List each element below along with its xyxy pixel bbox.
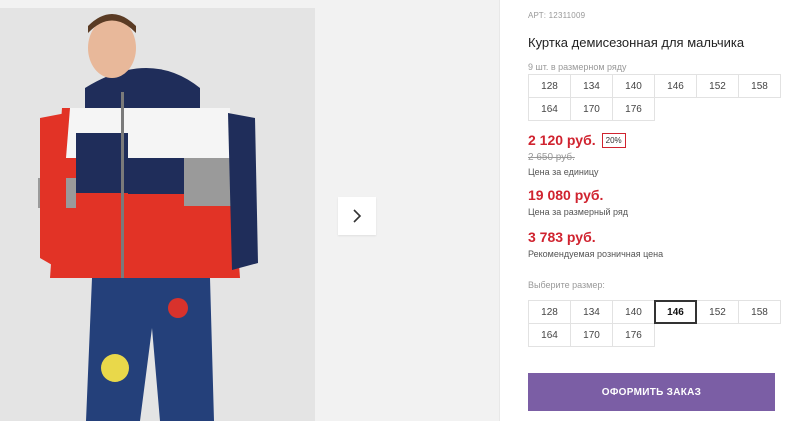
size-option[interactable]: 134: [570, 300, 613, 324]
size-option[interactable]: 158: [738, 300, 781, 324]
unit-price-row: 2 120 руб. 20%: [528, 132, 626, 148]
pack-note: 9 шт. в размерном ряду: [528, 62, 627, 72]
size-option[interactable]: 176: [612, 323, 655, 347]
next-image-button[interactable]: [338, 197, 376, 235]
range-price-label: Цена за размерный ряд: [528, 207, 629, 217]
size-option-selected[interactable]: 146: [654, 300, 697, 324]
pack-size-cell: 170: [570, 97, 613, 121]
product-photo[interactable]: [0, 8, 315, 421]
pack-size-cell: 176: [612, 97, 655, 121]
product-title: Куртка демисезонная для мальчика: [528, 35, 745, 50]
unit-price-label: Цена за единицу: [528, 167, 599, 177]
size-option[interactable]: 152: [696, 300, 739, 324]
pack-size-cell: 152: [696, 74, 739, 98]
pack-size-cell: 158: [738, 74, 781, 98]
unit-price: 2 120 руб.: [528, 132, 596, 148]
pack-size-cell: 140: [612, 74, 655, 98]
order-button[interactable]: ОФОРМИТЬ ЗАКАЗ: [528, 373, 775, 411]
range-price: 19 080 руб.: [528, 187, 604, 203]
product-gallery: [0, 0, 500, 421]
retail-price: 3 783 руб.: [528, 229, 596, 245]
retail-price-label: Рекомендуемая розничная цена: [528, 249, 664, 259]
size-option[interactable]: 164: [528, 323, 571, 347]
size-option[interactable]: 128: [528, 300, 571, 324]
size-option[interactable]: 140: [612, 300, 655, 324]
pack-size-cell: 128: [528, 74, 571, 98]
pack-size-cell: 146: [654, 74, 697, 98]
size-option[interactable]: 170: [570, 323, 613, 347]
pack-size-grid: 128 134 140 146 152 158 164 170 176: [528, 74, 781, 121]
size-selector: 128 134 140 146 152 158 164 170 176: [528, 300, 781, 347]
pack-size-cell: 134: [570, 74, 613, 98]
choose-size-label: Выберите размер:: [528, 280, 605, 290]
old-price: 2 650 руб.: [528, 152, 575, 163]
pack-size-cell: 164: [528, 97, 571, 121]
discount-badge: 20%: [601, 132, 626, 148]
article-number: АРТ: 12311009: [528, 11, 586, 20]
chevron-right-icon: [353, 209, 362, 223]
